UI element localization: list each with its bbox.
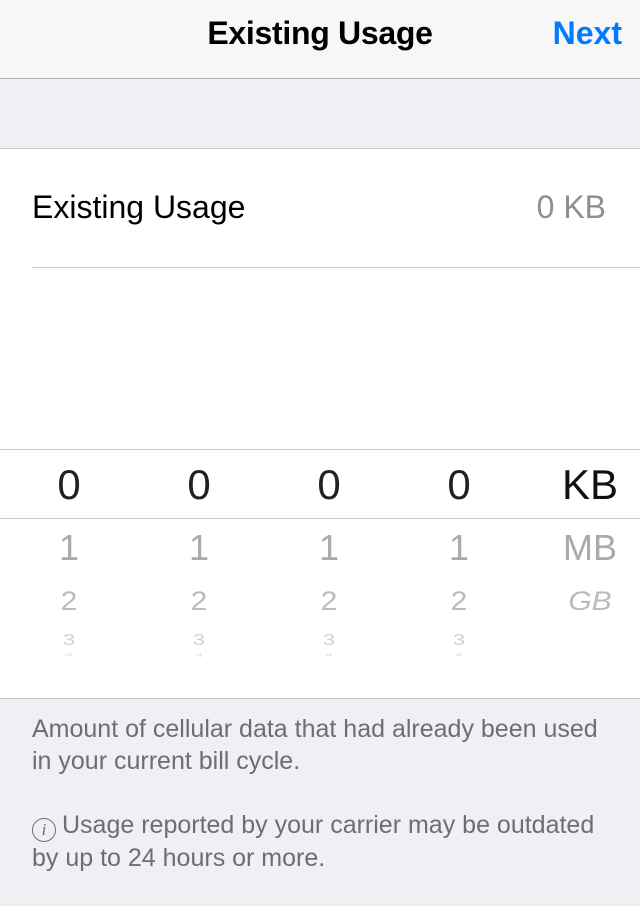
section-spacer: [0, 79, 640, 149]
picker-option[interactable]: 2: [159, 587, 239, 618]
info-circle-icon: i: [32, 818, 56, 842]
usage-description: Amount of cellular data that had already…: [32, 715, 598, 775]
existing-usage-value: 0 KB: [536, 189, 606, 225]
existing-usage-row[interactable]: Existing Usage 0 KB: [32, 149, 640, 268]
picker-option[interactable]: 4: [159, 652, 239, 658]
navigation-bar: Existing Usage Next: [0, 0, 640, 79]
picker-selected-value: 0: [447, 461, 471, 508]
picker-option[interactable]: 2: [289, 587, 369, 618]
picker-option[interactable]: 2: [29, 587, 109, 618]
picker-option[interactable]: 3: [159, 631, 239, 649]
usage-picker[interactable]: 0 1 2 3 4 0 1 2 3 4 0 1 2 3 4 0 1 2 3 4: [0, 449, 640, 698]
picker-option[interactable]: 1: [159, 527, 239, 569]
page-title: Existing Usage: [207, 15, 433, 51]
picker-option[interactable]: 4: [419, 652, 499, 658]
picker-option[interactable]: 2: [419, 587, 499, 618]
picker-option[interactable]: 1: [29, 527, 109, 569]
existing-usage-label: Existing Usage: [32, 189, 246, 225]
picker-option[interactable]: 3: [29, 631, 109, 649]
picker-option[interactable]: 4: [29, 652, 109, 658]
picker-option-unit[interactable]: GB: [545, 587, 635, 618]
picker-selected-value: 0: [317, 461, 341, 508]
picker-option[interactable]: 3: [289, 631, 369, 649]
picker-option[interactable]: 1: [419, 527, 499, 569]
carrier-note: i Usage reported by your carrier may be o…: [32, 809, 612, 874]
picker-option[interactable]: 1: [289, 527, 369, 569]
footer-notes: Amount of cellular data that had already…: [32, 713, 612, 906]
picker-selected-value: 0: [187, 461, 211, 508]
picker-option[interactable]: 3: [419, 631, 499, 649]
picker-option-unit[interactable]: MB: [545, 527, 635, 569]
next-button[interactable]: Next: [553, 15, 622, 52]
usage-section: Existing Usage 0 KB 0 1 2 3 4 0 1 2 3 4 …: [0, 149, 640, 699]
picker-selected-value: 0: [57, 461, 81, 508]
picker-selected-unit: KB: [561, 461, 619, 508]
carrier-note-text: Usage reported by your carrier may be ou…: [32, 811, 595, 872]
picker-option[interactable]: 4: [289, 652, 369, 658]
